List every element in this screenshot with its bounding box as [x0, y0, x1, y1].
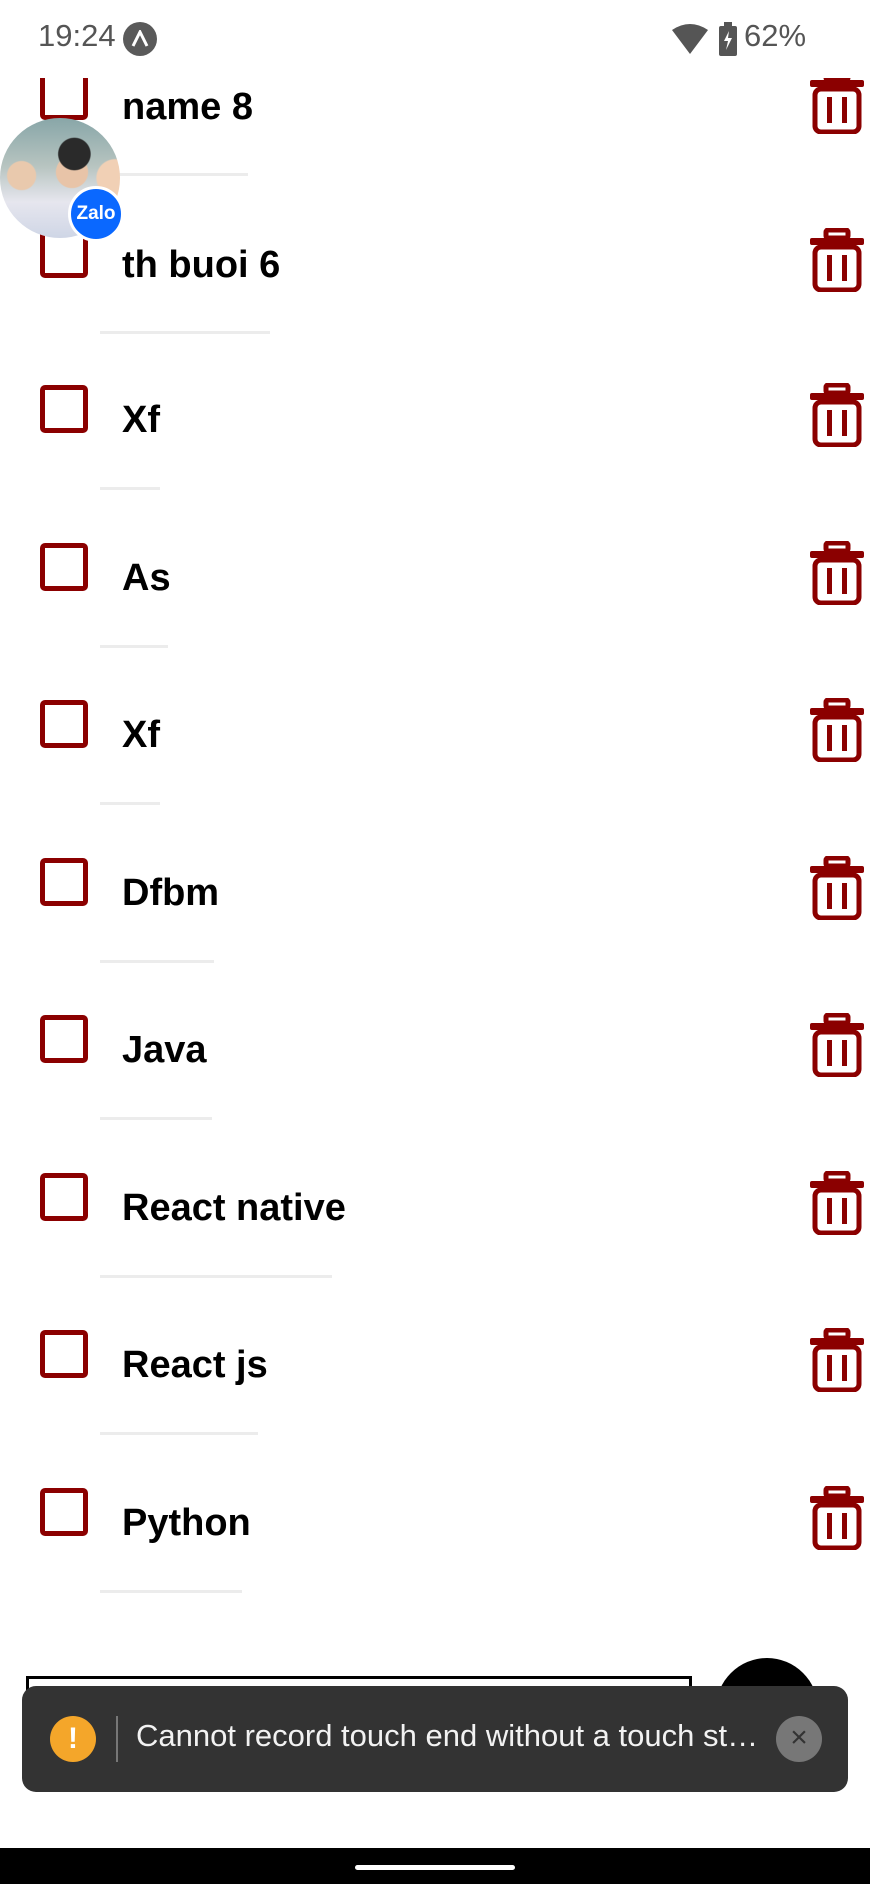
toast-divider — [116, 1716, 118, 1762]
item-label: Python — [122, 1502, 251, 1544]
trash-icon[interactable] — [808, 1013, 866, 1077]
item-checkbox[interactable] — [40, 1015, 88, 1063]
item-label: Java — [122, 1029, 207, 1071]
list-item: Dfbm — [0, 816, 870, 973]
item-checkbox[interactable] — [40, 1330, 88, 1378]
item-underline — [100, 802, 160, 805]
list-item: As — [0, 501, 870, 658]
trash-icon[interactable] — [808, 856, 866, 920]
item-label: th buoi 6 — [122, 244, 281, 286]
item-label: Xf — [122, 714, 160, 756]
list-item: th buoi 6 — [0, 186, 870, 343]
trash-icon[interactable] — [808, 698, 866, 762]
item-underline — [100, 960, 214, 963]
item-label: Xf — [122, 399, 160, 441]
status-time: 19:24 — [38, 18, 116, 53]
list-item: Xf — [0, 343, 870, 500]
trash-icon[interactable] — [808, 383, 866, 447]
item-underline — [100, 1590, 242, 1593]
battery-percentage: 62% — [744, 18, 807, 53]
item-checkbox[interactable] — [40, 1173, 88, 1221]
chat-app-badge: Zalo — [68, 186, 124, 242]
app-notification-icon — [123, 22, 157, 56]
item-underline — [100, 1275, 332, 1278]
item-underline — [100, 331, 270, 334]
warning-icon: ! — [50, 1716, 96, 1762]
item-label: Dfbm — [122, 872, 220, 914]
error-toast[interactable]: ! Cannot record touch end without a touc… — [22, 1686, 848, 1792]
trash-icon[interactable] — [808, 228, 866, 292]
item-underline — [100, 645, 168, 648]
chat-head-bubble[interactable]: Zalo — [0, 118, 124, 242]
list-item: React js — [0, 1288, 870, 1445]
item-checkbox[interactable] — [40, 1488, 88, 1536]
item-checkbox[interactable] — [40, 700, 88, 748]
item-label: name 8 — [122, 86, 253, 128]
list-item: Xf — [0, 658, 870, 815]
item-checkbox[interactable] — [40, 72, 88, 120]
list-item: Java — [0, 973, 870, 1130]
item-label: React js — [122, 1344, 268, 1386]
home-indicator[interactable] — [355, 1865, 515, 1870]
item-underline — [100, 1432, 258, 1435]
item-checkbox[interactable] — [40, 858, 88, 906]
list-item: React native — [0, 1131, 870, 1288]
item-underline — [100, 1117, 212, 1120]
wifi-icon — [672, 24, 708, 59]
item-underline — [100, 173, 248, 176]
item-label: As — [122, 557, 171, 599]
toast-message: Cannot record touch end without a touch … — [136, 1718, 759, 1753]
item-underline — [100, 487, 160, 490]
trash-icon[interactable] — [808, 1328, 866, 1392]
trash-icon[interactable] — [808, 1486, 866, 1550]
battery-icon — [718, 22, 738, 61]
item-checkbox[interactable] — [40, 385, 88, 433]
list-item: Python — [0, 1446, 870, 1603]
status-bar: 19:24 62% — [0, 0, 870, 78]
trash-icon[interactable] — [808, 1171, 866, 1235]
trash-icon[interactable] — [808, 541, 866, 605]
trash-icon[interactable] — [808, 70, 866, 134]
item-label: React native — [122, 1187, 346, 1229]
navigation-bar — [0, 1848, 870, 1884]
close-icon[interactable]: × — [776, 1716, 822, 1762]
item-checkbox[interactable] — [40, 543, 88, 591]
